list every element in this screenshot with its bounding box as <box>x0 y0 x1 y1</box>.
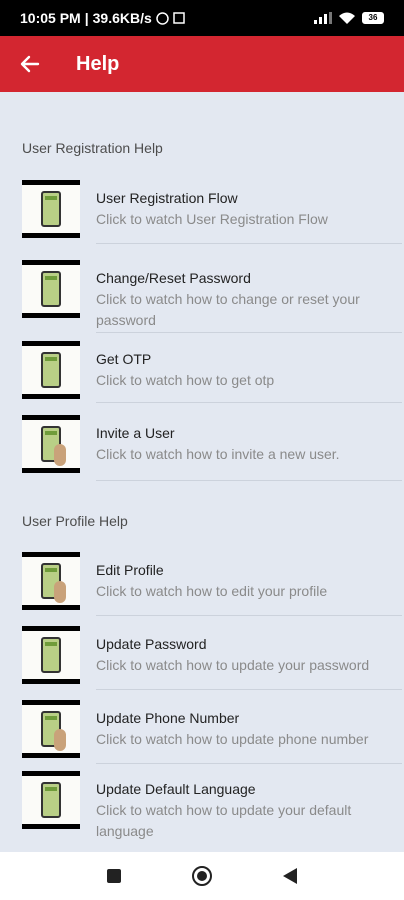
back-nav-icon <box>283 868 297 884</box>
recents-button[interactable] <box>99 861 129 891</box>
item-subtitle: Click to watch how to invite a new user. <box>96 446 340 462</box>
hand-image <box>54 444 66 466</box>
whatsapp-icon <box>156 11 169 25</box>
notification-icon <box>173 12 185 24</box>
wifi-icon <box>339 12 355 24</box>
video-thumbnail <box>22 180 80 238</box>
section-header: User Profile Help <box>22 513 128 529</box>
item-subtitle: Click to watch how to update your defaul… <box>96 802 352 839</box>
list-item[interactable]: Update Password Click to watch how to up… <box>22 626 402 690</box>
item-subtitle: Click to watch how to get otp <box>96 372 275 388</box>
status-separator: | <box>84 10 89 26</box>
home-button[interactable] <box>187 861 217 891</box>
battery-icon: 36 <box>362 12 384 24</box>
page-title: Help <box>76 52 120 75</box>
app-bar: Help <box>0 36 404 92</box>
item-title: User Registration Flow <box>96 190 238 206</box>
item-subtitle: Click to watch how to update phone numbe… <box>96 731 369 747</box>
video-thumbnail <box>22 552 80 610</box>
item-subtitle: Click to watch how to update your passwo… <box>96 657 370 673</box>
section-header: User Registration Help <box>22 140 163 156</box>
item-subtitle: Click to watch how to change or reset yo… <box>96 291 360 328</box>
status-time: 10:05 PM <box>20 10 81 26</box>
back-nav-button[interactable] <box>275 861 305 891</box>
square-nav-icon <box>107 869 121 883</box>
battery-level: 36 <box>368 13 378 22</box>
phone-image <box>41 352 61 388</box>
list-item[interactable]: Edit Profile Click to watch how to edit … <box>22 552 402 616</box>
status-bar: 10:05 PM | 39.6KB/s 36 <box>0 0 404 36</box>
hand-image <box>54 729 66 751</box>
item-title: Update Default Language <box>96 781 256 797</box>
help-list[interactable]: User Registration Help User Registration… <box>0 92 404 852</box>
phone-image <box>41 271 61 307</box>
item-subtitle: Click to watch User Registration Flow <box>96 211 328 227</box>
status-speed: 39.6KB/s <box>92 10 152 26</box>
video-thumbnail <box>22 771 80 829</box>
video-thumbnail <box>22 260 80 318</box>
list-item[interactable]: User Registration Flow Click to watch Us… <box>22 180 402 244</box>
video-thumbnail <box>22 415 80 473</box>
video-thumbnail <box>22 700 80 758</box>
video-thumbnail <box>22 341 80 399</box>
list-item[interactable]: Update Default Language Click to watch h… <box>22 771 402 843</box>
item-title: Invite a User <box>96 425 175 441</box>
item-title: Update Password <box>96 636 207 652</box>
signal-icon <box>314 12 332 24</box>
video-thumbnail <box>22 626 80 684</box>
phone-image <box>41 191 61 227</box>
list-item[interactable]: Invite a User Click to watch how to invi… <box>22 415 402 481</box>
list-item[interactable]: Get OTP Click to watch how to get otp <box>22 341 402 403</box>
item-title: Edit Profile <box>96 562 164 578</box>
item-title: Update Phone Number <box>96 710 240 726</box>
back-button[interactable] <box>2 36 58 92</box>
item-title: Change/Reset Password <box>96 270 251 286</box>
item-subtitle: Click to watch how to edit your profile <box>96 583 328 599</box>
list-item[interactable]: Change/Reset Password Click to watch how… <box>22 260 402 333</box>
system-nav-bar <box>0 852 404 900</box>
phone-image <box>41 637 61 673</box>
hand-image <box>54 581 66 603</box>
item-title: Get OTP <box>96 351 152 367</box>
back-arrow-icon <box>20 55 40 73</box>
phone-image <box>41 782 61 818</box>
home-nav-icon <box>192 866 212 886</box>
list-item[interactable]: Update Phone Number Click to watch how t… <box>22 700 402 764</box>
